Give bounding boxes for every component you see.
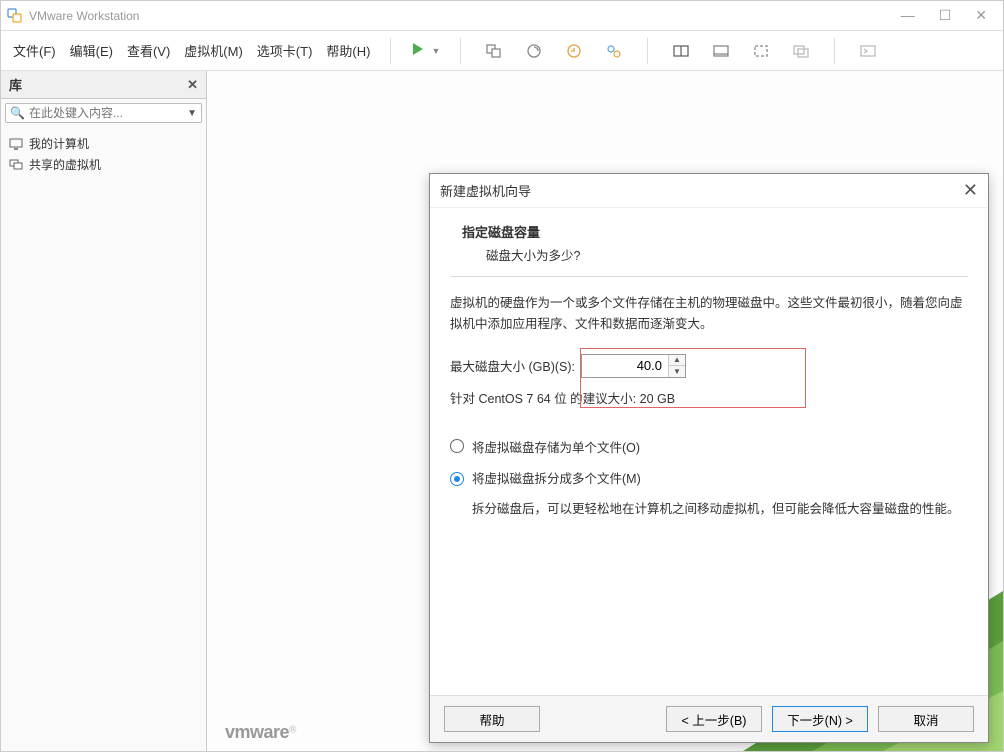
disk-size-label: 最大磁盘大小 (GB)(S):	[450, 356, 575, 375]
cancel-button[interactable]: 取消	[878, 706, 974, 732]
shared-vm-icon	[9, 159, 23, 171]
spinner-down-button[interactable]: ▼	[669, 366, 685, 377]
radio-single-file[interactable]: 将虚拟磁盘存储为单个文件(O)	[450, 437, 968, 456]
tree-item-shared[interactable]: 共享的虚拟机	[9, 154, 198, 175]
close-button[interactable]: ✕	[975, 7, 987, 24]
radio-single-label: 将虚拟磁盘存储为单个文件(O)	[472, 437, 640, 456]
library-tree: 我的计算机 共享的虚拟机	[1, 127, 206, 181]
branding-text: vmware	[225, 722, 289, 742]
revert-icon[interactable]	[561, 39, 587, 63]
manage-snapshots-icon[interactable]	[601, 39, 627, 63]
app-title: VMware Workstation	[29, 9, 139, 23]
minimize-button[interactable]: —	[901, 7, 915, 24]
dialog-title: 新建虚拟机向导	[440, 181, 963, 200]
menubar: 文件(F) 编辑(E) 查看(V) 虚拟机(M) 选项卡(T) 帮助(H) ▼	[1, 31, 1003, 71]
vmware-branding: vmware®	[225, 722, 296, 743]
menu-help[interactable]: 帮助(H)	[326, 41, 370, 60]
view-single-icon[interactable]	[708, 39, 734, 63]
library-search[interactable]: 🔍 ▼	[5, 103, 202, 123]
dropdown-icon: ▼	[431, 46, 440, 56]
play-icon	[411, 41, 429, 60]
disk-size-input[interactable]	[582, 356, 668, 375]
vmware-logo-icon	[7, 8, 23, 24]
content-area: 远程服务器 vmware® 新建虚拟机向导 ✕ 指定磁盘容量	[207, 71, 1003, 751]
radio-icon-checked	[450, 472, 464, 486]
split-description: 拆分磁盘后，可以更轻松地在计算机之间移动虚拟机，但可能会降低大容量磁盘的性能。	[472, 499, 968, 519]
tree-item-label: 共享的虚拟机	[29, 156, 101, 173]
toolbar-icon-1[interactable]	[481, 39, 507, 63]
dialog-close-button[interactable]: ✕	[963, 180, 978, 201]
menu-view[interactable]: 查看(V)	[127, 41, 170, 60]
menu-edit[interactable]: 编辑(E)	[70, 41, 113, 60]
maximize-button[interactable]: ☐	[939, 7, 952, 24]
branding-reg: ®	[289, 725, 296, 736]
snapshot-icon[interactable]	[521, 39, 547, 63]
tree-item-label: 我的计算机	[29, 135, 89, 152]
unity-icon[interactable]	[788, 39, 814, 63]
search-icon: 🔍	[10, 106, 25, 120]
window-controls: — ☐ ✕	[901, 7, 987, 24]
library-panel: 库 ✕ 🔍 ▼ 我的计算机 共享的虚拟机	[1, 71, 207, 751]
dialog-description: 虚拟机的硬盘作为一个或多个文件存储在主机的物理磁盘中。这些文件最初很小，随着您向…	[450, 293, 968, 336]
radio-split-files[interactable]: 将虚拟磁盘拆分成多个文件(M)	[450, 468, 968, 487]
spinner-up-button[interactable]: ▲	[669, 355, 685, 366]
radio-split-label: 将虚拟磁盘拆分成多个文件(M)	[472, 468, 641, 487]
menu-tabs[interactable]: 选项卡(T)	[257, 41, 313, 60]
fullscreen-icon[interactable]	[748, 39, 774, 63]
next-button[interactable]: 下一步(N) >	[772, 706, 868, 732]
disk-size-spinner[interactable]: ▲ ▼	[581, 354, 686, 378]
search-input[interactable]	[29, 106, 187, 120]
view-sidebyside-icon[interactable]	[668, 39, 694, 63]
library-close-button[interactable]: ✕	[187, 77, 198, 93]
titlebar: VMware Workstation — ☐ ✕	[1, 1, 1003, 31]
dialog-subheading: 磁盘大小为多少?	[486, 245, 968, 264]
app-window: VMware Workstation — ☐ ✕ 文件(F) 编辑(E) 查看(…	[0, 0, 1004, 752]
disk-store-options: 将虚拟磁盘存储为单个文件(O) 将虚拟磁盘拆分成多个文件(M) 拆分磁盘后，可以…	[450, 437, 968, 519]
menu-file[interactable]: 文件(F)	[13, 41, 56, 60]
help-button[interactable]: 帮助	[444, 706, 540, 732]
tree-item-mycomputer[interactable]: 我的计算机	[9, 133, 198, 154]
play-button[interactable]: ▼	[411, 41, 440, 60]
recommendation-text: 针对 CentOS 7 64 位 的建议大小: 20 GB	[450, 388, 968, 407]
search-dropdown-icon[interactable]: ▼	[187, 108, 197, 119]
library-title: 库	[9, 75, 22, 94]
menu-vm[interactable]: 虚拟机(M)	[184, 41, 243, 60]
radio-icon	[450, 439, 464, 453]
back-button[interactable]: < 上一步(B)	[666, 706, 762, 732]
dialog-heading: 指定磁盘容量	[462, 222, 968, 241]
console-icon[interactable]	[855, 39, 881, 63]
computer-icon	[9, 138, 23, 150]
new-vm-wizard-dialog: 新建虚拟机向导 ✕ 指定磁盘容量 磁盘大小为多少? 虚拟机的硬盘作为一个或多个文…	[429, 173, 989, 743]
